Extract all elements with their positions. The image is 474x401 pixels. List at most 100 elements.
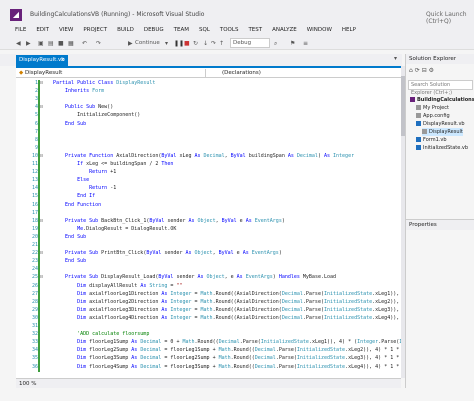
undo-icon[interactable]: ↶ [82, 39, 87, 48]
menu-window[interactable]: WINDOW [307, 24, 332, 36]
close-tab-icon[interactable]: × [60, 55, 65, 66]
code-line[interactable]: 3 [16, 96, 401, 103]
menu-view[interactable]: VIEW [59, 24, 73, 36]
step-out-icon[interactable]: ↑ [219, 39, 224, 48]
code-line[interactable]: 24 [16, 266, 401, 273]
menu-test[interactable]: TEST [248, 24, 262, 36]
step-into-icon[interactable]: ↓ [203, 39, 208, 48]
menu-file[interactable]: FILE [15, 24, 26, 36]
code-line[interactable]: 10 ⊟ Private Function AxialDirection(ByVa… [16, 153, 401, 160]
code-line[interactable]: 13 Else [16, 177, 401, 184]
continue-button[interactable]: Continue [135, 39, 160, 48]
code-line[interactable]: 18 ⊟ Private Sub BackBtn_Click_1(ByVal se… [16, 218, 401, 225]
code-line[interactable]: 4 ⊟ Public Sub New() [16, 104, 401, 111]
collapse-region-icon[interactable]: ⊟ [40, 274, 43, 281]
back-icon[interactable]: ◀ [16, 39, 21, 48]
code-line[interactable]: 26 Dim displayAllResult As String = "" [16, 283, 401, 290]
restart-icon[interactable]: ↻ [193, 39, 198, 48]
new-project-icon[interactable]: ▣ [38, 39, 44, 48]
code-text: End Sub [53, 233, 87, 240]
pause-icon[interactable]: ❚❚ [174, 39, 184, 48]
solution-search-input[interactable]: Search Solution Explorer (Ctrl+;) [408, 80, 473, 96]
code-line[interactable]: 8 [16, 137, 401, 144]
menu-analyze[interactable]: ANALYZE [272, 24, 297, 36]
tree-item[interactable]: My Project [416, 104, 449, 112]
member-dropdown[interactable]: (Declarations) [212, 69, 398, 78]
zoom-level[interactable]: 100 % [19, 381, 36, 387]
code-line[interactable]: 29 Dim axialfloorLeg3Direction As Intege… [16, 307, 401, 314]
code-line[interactable]: 21 [16, 242, 401, 249]
menu-project[interactable]: PROJECT [83, 24, 107, 36]
tree-item-label: InitializedState.vb [423, 145, 469, 151]
bookmark-icon[interactable]: ⚑ [290, 39, 295, 48]
collapse-region-icon[interactable]: ⊟ [40, 153, 43, 160]
menu-edit[interactable]: EDIT [36, 24, 49, 36]
save-icon[interactable]: ■ [58, 39, 64, 48]
code-line[interactable]: 1 ⊟ Partial Public Class DisplayResult [16, 80, 401, 87]
code-line[interactable]: 28 Dim axialfloorLeg2Direction As Intege… [16, 299, 401, 306]
collapse-region-icon[interactable]: ⊟ [40, 218, 43, 225]
code-line[interactable]: 9 [16, 145, 401, 152]
redo-icon[interactable]: ↷ [96, 39, 101, 48]
code-line[interactable]: 7 [16, 129, 401, 136]
step-over-icon[interactable]: ↷ [211, 39, 216, 48]
comment-icon[interactable]: ≡ [303, 39, 308, 48]
code-line[interactable]: 22 ⊟ Private Sub PrintBtn_Click(ByVal sen… [16, 250, 401, 257]
solution-config-dropdown[interactable]: Debug [230, 38, 270, 48]
line-number: 21 [31, 242, 38, 248]
menu-build[interactable]: BUILD [117, 24, 134, 36]
code-line[interactable]: 6 End Sub [16, 121, 401, 128]
sync-icon[interactable]: ⟳ [415, 67, 420, 74]
tree-item[interactable]: BuildingCalculationsVB [410, 96, 474, 104]
code-line[interactable]: 16 End Function [16, 202, 401, 209]
tree-item[interactable]: App.config [416, 112, 450, 120]
code-line[interactable]: 32 'ADD calculate floorsump [16, 331, 401, 338]
code-line[interactable]: 25 ⊟ Private Sub DisplayResult_Load(ByVal… [16, 274, 401, 281]
code-line[interactable]: 2 Inherits Form [16, 88, 401, 95]
code-line[interactable]: 14 Return -1 [16, 185, 401, 192]
tab-overflow-dropdown-icon[interactable]: ▾ [394, 55, 397, 62]
properties-icon[interactable]: ⚙ [429, 67, 434, 74]
code-editor[interactable]: 1 ⊟ Partial Public Class DisplayResult 2 In… [16, 78, 401, 378]
open-file-icon[interactable]: ▤ [48, 39, 54, 48]
code-line[interactable]: 23 End Sub [16, 258, 401, 265]
code-line[interactable]: 20 End Sub [16, 234, 401, 241]
tree-item[interactable]: DisplayResult.vb [416, 120, 465, 128]
save-all-icon[interactable]: ▦ [68, 39, 74, 48]
collapse-region-icon[interactable]: ⊟ [40, 250, 43, 257]
menu-team[interactable]: TEAM [174, 24, 189, 36]
type-dropdown[interactable]: ◆ DisplayResult [16, 69, 206, 78]
menu-sql[interactable]: SQL [199, 24, 210, 36]
code-text: Private Sub BackBtn_Click_1(ByVal sender… [53, 217, 285, 224]
dropdown-icon[interactable]: ▾ [165, 39, 168, 48]
code-line[interactable]: 36 Dim floorLeg4Sump As Decimal = floorL… [16, 364, 401, 371]
collapse-region-icon[interactable]: ⊟ [40, 104, 43, 111]
code-line[interactable]: 5 InitializeComponent() [16, 112, 401, 119]
code-line[interactable]: 11 If xLeg <= buildingSpan / 2 Then [16, 161, 401, 168]
code-line[interactable]: 19 Me.DialogResult = DialogResult.OK [16, 226, 401, 233]
tab-displayresult[interactable]: DisplayResult.vb × [16, 55, 68, 66]
code-line[interactable]: 35 Dim floorLeg3Sump As Decimal = floorL… [16, 355, 401, 362]
code-line[interactable]: 30 Dim axialfloorLeg4Direction As Intege… [16, 315, 401, 322]
collapse-icon[interactable]: ⊟ [422, 67, 427, 74]
code-line[interactable]: 17 [16, 210, 401, 217]
collapse-region-icon[interactable]: ⊟ [40, 80, 43, 87]
code-line[interactable]: 12 Return +1 [16, 169, 401, 176]
code-line[interactable]: 33 Dim floorLeg1Sump As Decimal = 0 + Ma… [16, 339, 401, 346]
tree-item[interactable]: InitializedState.vb [416, 144, 468, 152]
code-line[interactable]: 27 Dim axialfloorLeg1Direction As Intege… [16, 291, 401, 298]
code-line[interactable]: 15 End If [16, 193, 401, 200]
quick-launch-input[interactable]: Quick Launch (Ctrl+Q) [426, 11, 474, 25]
tree-item[interactable]: DisplayResult [422, 128, 463, 136]
tree-item[interactable]: Form1.vb [416, 136, 447, 144]
code-line[interactable]: 34 Dim floorLeg2Sump As Decimal = floorL… [16, 347, 401, 354]
home-icon[interactable]: ⌂ [409, 67, 413, 74]
find-icon[interactable]: ⌕ [274, 39, 277, 48]
menu-tools[interactable]: TOOLS [220, 24, 239, 36]
play-icon[interactable]: ▶ [128, 39, 133, 48]
forward-icon[interactable]: ▶ [26, 39, 31, 48]
code-line[interactable]: 31 [16, 323, 401, 330]
stop-icon[interactable]: ■ [184, 39, 190, 48]
menu-debug[interactable]: DEBUG [144, 24, 164, 36]
menu-help[interactable]: HELP [342, 24, 356, 36]
